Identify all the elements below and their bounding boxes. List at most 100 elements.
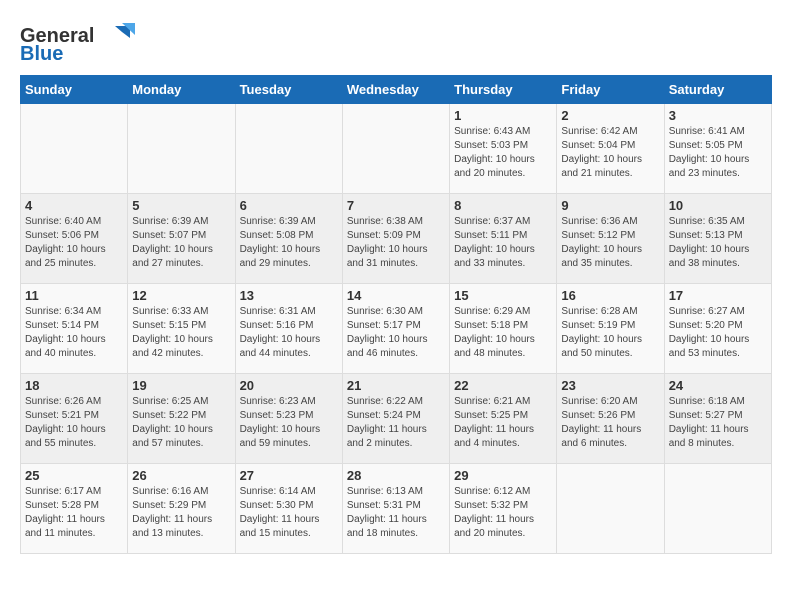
day-number: 10	[669, 198, 767, 213]
calendar-cell: 24 Sunrise: 6:18 AM Sunset: 5:27 PM Dayli…	[664, 374, 771, 464]
calendar-cell: 7 Sunrise: 6:38 AM Sunset: 5:09 PM Daylig…	[342, 194, 449, 284]
day-number: 21	[347, 378, 445, 393]
day-number: 24	[669, 378, 767, 393]
calendar-cell: 23Sunrise: 6:20 AM Sunset: 5:26 PM Dayli…	[557, 374, 664, 464]
day-number: 8	[454, 198, 552, 213]
day-info: Sunrise: 6:18 AM Sunset: 5:27 PM Dayligh…	[669, 395, 767, 451]
weekday-header: Wednesday	[342, 76, 449, 104]
calendar-cell: 22 Sunrise: 6:21 AM Sunset: 5:25 PM Dayli…	[450, 374, 557, 464]
calendar-cell: 10Sunrise: 6:35 AM Sunset: 5:13 PM Dayli…	[664, 194, 771, 284]
day-info: Sunrise: 6:28 AM Sunset: 5:19 PM Dayligh…	[561, 305, 659, 361]
day-info: Sunrise: 6:12 AM Sunset: 5:32 PM Dayligh…	[454, 485, 552, 541]
weekday-header: Monday	[128, 76, 235, 104]
day-info: Sunrise: 6:26 AM Sunset: 5:21 PM Dayligh…	[25, 395, 123, 451]
calendar-cell	[21, 104, 128, 194]
calendar-cell	[235, 104, 342, 194]
day-info: Sunrise: 6:13 AM Sunset: 5:31 PM Dayligh…	[347, 485, 445, 541]
day-info: Sunrise: 6:30 AM Sunset: 5:17 PM Dayligh…	[347, 305, 445, 361]
day-number: 4	[25, 198, 123, 213]
logo-svg: General Blue	[20, 20, 150, 65]
calendar-cell: 3 Sunrise: 6:41 AM Sunset: 5:05 PM Daylig…	[664, 104, 771, 194]
calendar-cell: 1 Sunrise: 6:43 AM Sunset: 5:03 PM Daylig…	[450, 104, 557, 194]
calendar-cell: 21 Sunrise: 6:22 AM Sunset: 5:24 PM Dayli…	[342, 374, 449, 464]
calendar-cell: 4 Sunrise: 6:40 AM Sunset: 5:06 PM Daylig…	[21, 194, 128, 284]
day-info: Sunrise: 6:27 AM Sunset: 5:20 PM Dayligh…	[669, 305, 767, 361]
day-info: Sunrise: 6:36 AM Sunset: 5:12 PM Dayligh…	[561, 215, 659, 271]
page-header: General Blue	[20, 20, 772, 65]
day-number: 12	[132, 288, 230, 303]
day-number: 9	[561, 198, 659, 213]
calendar-table: SundayMondayTuesdayWednesdayThursdayFrid…	[20, 75, 772, 554]
day-number: 3	[669, 108, 767, 123]
calendar-cell: 25 Sunrise: 6:17 AM Sunset: 5:28 PM Dayli…	[21, 464, 128, 554]
day-number: 15	[454, 288, 552, 303]
day-info: Sunrise: 6:21 AM Sunset: 5:25 PM Dayligh…	[454, 395, 552, 451]
day-info: Sunrise: 6:42 AM Sunset: 5:04 PM Dayligh…	[561, 125, 659, 181]
day-info: Sunrise: 6:17 AM Sunset: 5:28 PM Dayligh…	[25, 485, 123, 541]
calendar-cell: 11 Sunrise: 6:34 AM Sunset: 5:14 PM Dayli…	[21, 284, 128, 374]
calendar-cell: 8 Sunrise: 6:37 AM Sunset: 5:11 PM Daylig…	[450, 194, 557, 284]
weekday-header: Friday	[557, 76, 664, 104]
day-number: 20	[240, 378, 338, 393]
calendar-cell: 18 Sunrise: 6:26 AM Sunset: 5:21 PM Dayli…	[21, 374, 128, 464]
svg-text:Blue: Blue	[20, 43, 63, 65]
day-number: 14	[347, 288, 445, 303]
calendar-cell: 14 Sunrise: 6:30 AM Sunset: 5:17 PM Dayli…	[342, 284, 449, 374]
day-info: Sunrise: 6:39 AM Sunset: 5:08 PM Dayligh…	[240, 215, 338, 271]
calendar-cell: 19 Sunrise: 6:25 AM Sunset: 5:22 PM Dayli…	[128, 374, 235, 464]
calendar-week-row: 4 Sunrise: 6:40 AM Sunset: 5:06 PM Daylig…	[21, 194, 772, 284]
day-info: Sunrise: 6:29 AM Sunset: 5:18 PM Dayligh…	[454, 305, 552, 361]
calendar-header-row: SundayMondayTuesdayWednesdayThursdayFrid…	[21, 76, 772, 104]
calendar-cell: 20 Sunrise: 6:23 AM Sunset: 5:23 PM Dayli…	[235, 374, 342, 464]
calendar-cell: 28 Sunrise: 6:13 AM Sunset: 5:31 PM Dayli…	[342, 464, 449, 554]
day-number: 26	[132, 468, 230, 483]
calendar-cell: 6 Sunrise: 6:39 AM Sunset: 5:08 PM Daylig…	[235, 194, 342, 284]
day-number: 1	[454, 108, 552, 123]
day-info: Sunrise: 6:23 AM Sunset: 5:23 PM Dayligh…	[240, 395, 338, 451]
day-number: 11	[25, 288, 123, 303]
calendar-cell: 15 Sunrise: 6:29 AM Sunset: 5:18 PM Dayli…	[450, 284, 557, 374]
day-number: 6	[240, 198, 338, 213]
day-info: Sunrise: 6:34 AM Sunset: 5:14 PM Dayligh…	[25, 305, 123, 361]
calendar-cell: 26Sunrise: 6:16 AM Sunset: 5:29 PM Dayli…	[128, 464, 235, 554]
calendar-cell: 29 Sunrise: 6:12 AM Sunset: 5:32 PM Dayli…	[450, 464, 557, 554]
calendar-cell: 5Sunrise: 6:39 AM Sunset: 5:07 PM Daylig…	[128, 194, 235, 284]
day-number: 5	[132, 198, 230, 213]
calendar-cell	[557, 464, 664, 554]
day-number: 28	[347, 468, 445, 483]
calendar-cell: 2 Sunrise: 6:42 AM Sunset: 5:04 PM Daylig…	[557, 104, 664, 194]
day-number: 19	[132, 378, 230, 393]
day-info: Sunrise: 6:25 AM Sunset: 5:22 PM Dayligh…	[132, 395, 230, 451]
day-info: Sunrise: 6:38 AM Sunset: 5:09 PM Dayligh…	[347, 215, 445, 271]
calendar-week-row: 25 Sunrise: 6:17 AM Sunset: 5:28 PM Dayli…	[21, 464, 772, 554]
day-number: 23	[561, 378, 659, 393]
logo: General Blue	[20, 20, 150, 65]
day-number: 16	[561, 288, 659, 303]
calendar-cell: 27 Sunrise: 6:14 AM Sunset: 5:30 PM Dayli…	[235, 464, 342, 554]
day-info: Sunrise: 6:22 AM Sunset: 5:24 PM Dayligh…	[347, 395, 445, 451]
day-number: 18	[25, 378, 123, 393]
calendar-cell	[664, 464, 771, 554]
day-info: Sunrise: 6:41 AM Sunset: 5:05 PM Dayligh…	[669, 125, 767, 181]
day-number: 17	[669, 288, 767, 303]
calendar-cell	[342, 104, 449, 194]
calendar-cell: 17 Sunrise: 6:27 AM Sunset: 5:20 PM Dayli…	[664, 284, 771, 374]
calendar-cell: 13Sunrise: 6:31 AM Sunset: 5:16 PM Dayli…	[235, 284, 342, 374]
day-number: 25	[25, 468, 123, 483]
day-info: Sunrise: 6:14 AM Sunset: 5:30 PM Dayligh…	[240, 485, 338, 541]
day-info: Sunrise: 6:37 AM Sunset: 5:11 PM Dayligh…	[454, 215, 552, 271]
day-info: Sunrise: 6:40 AM Sunset: 5:06 PM Dayligh…	[25, 215, 123, 271]
weekday-header: Tuesday	[235, 76, 342, 104]
calendar-cell: 12Sunrise: 6:33 AM Sunset: 5:15 PM Dayli…	[128, 284, 235, 374]
day-number: 2	[561, 108, 659, 123]
day-number: 22	[454, 378, 552, 393]
calendar-week-row: 1 Sunrise: 6:43 AM Sunset: 5:03 PM Daylig…	[21, 104, 772, 194]
weekday-header: Sunday	[21, 76, 128, 104]
calendar-cell: 16 Sunrise: 6:28 AM Sunset: 5:19 PM Dayli…	[557, 284, 664, 374]
calendar-week-row: 11 Sunrise: 6:34 AM Sunset: 5:14 PM Dayli…	[21, 284, 772, 374]
day-number: 7	[347, 198, 445, 213]
day-number: 29	[454, 468, 552, 483]
calendar-week-row: 18 Sunrise: 6:26 AM Sunset: 5:21 PM Dayli…	[21, 374, 772, 464]
day-info: Sunrise: 6:43 AM Sunset: 5:03 PM Dayligh…	[454, 125, 552, 181]
day-number: 27	[240, 468, 338, 483]
